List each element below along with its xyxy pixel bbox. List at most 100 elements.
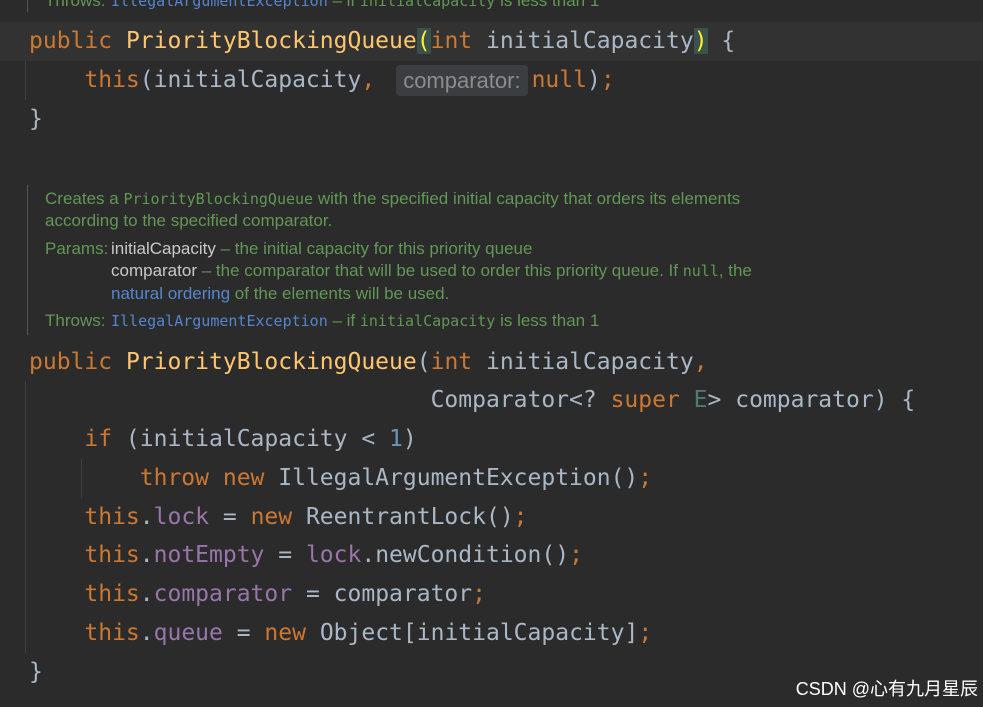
code-line-signature[interactable]: public PriorityBlockingQueue(int initial… — [0, 22, 983, 61]
watermark: CSDN @心有九月星辰 — [795, 679, 978, 699]
code-line-closing-brace[interactable]: } — [0, 100, 983, 139]
keyword-token: this — [84, 66, 140, 93]
keyword-token: null — [531, 66, 587, 93]
keyword-token: super — [610, 387, 680, 414]
code-line-delegate-call[interactable]: this(initialCapacity, comparator: null); — [0, 61, 983, 100]
keyword-token: this — [84, 581, 140, 607]
keyword-token: int — [430, 348, 473, 375]
keyword-token: int — [430, 28, 473, 54]
doc-throws-body: IllegalArgumentException – if initialCap… — [111, 310, 599, 333]
identifier-token: = comparator — [292, 581, 473, 607]
keyword-token: public — [29, 28, 126, 54]
field-token: comparator — [153, 581, 293, 607]
type-token: Comparator<? — [430, 387, 611, 414]
keyword-token: this — [84, 503, 140, 530]
doc-link-exception[interactable]: IllegalArgumentException — [111, 312, 328, 330]
keyword-token: if — [84, 426, 113, 452]
operator-token: = — [264, 542, 306, 569]
code-line-assign-lock[interactable]: this.lock = new ReentrantLock(); — [0, 498, 983, 537]
doc-throws-body: IllegalArgumentException – if initialCap… — [111, 0, 599, 13]
method-name-token: PriorityBlockingQueue — [125, 28, 417, 54]
keyword-token: throw — [139, 464, 210, 491]
punctuation-token: { — [707, 28, 736, 54]
identifier-token: ReentrantLock() — [292, 503, 514, 530]
identifier-token: IllegalArgumentException() — [264, 464, 639, 491]
doc-param-row: initialCapacity – the initial capacity f… — [111, 238, 752, 261]
code-line-if[interactable]: if (initialCapacity < 1) — [0, 420, 983, 459]
punctuation-token: ( — [416, 348, 431, 375]
punctuation-token: ) — [586, 66, 601, 93]
doc-param-row-continued: natural ordering of the elements will be… — [111, 283, 752, 306]
doc-description: Creates a PriorityBlockingQueue with the… — [45, 188, 752, 233]
method-name-token: PriorityBlockingQueue — [125, 348, 417, 375]
code-line-signature[interactable]: public PriorityBlockingQueue(int initial… — [0, 343, 983, 382]
punctuation-token: } — [29, 658, 43, 685]
doc-params-body: initialCapacity – the initial capacity f… — [111, 238, 752, 306]
type-parameter-token: E — [679, 387, 708, 414]
doc-text: – if — [327, 0, 360, 10]
matched-brace-close: ) — [693, 28, 708, 54]
doc-code-ref: initialCapacity — [359, 0, 496, 10]
field-token: lock — [305, 542, 362, 569]
doc-throws: Throws: IllegalArgumentException – if in… — [45, 310, 752, 333]
field-token: lock — [153, 503, 210, 530]
punctuation-token: . — [139, 542, 154, 569]
punctuation-token: } — [29, 105, 43, 132]
doc-text: is less than 1 — [495, 0, 600, 10]
keyword-token: this — [84, 542, 140, 569]
field-token: notEmpty — [153, 542, 265, 569]
doc-text: of the elements will be used. — [230, 283, 450, 303]
matched-brace-open: ( — [416, 28, 431, 54]
number-literal: 1 — [389, 426, 403, 452]
punctuation-token: ; — [472, 581, 486, 607]
doc-description-line: Creates a PriorityBlockingQueue with the… — [45, 188, 752, 211]
code-line-assign-queue[interactable]: this.queue = new Object[initialCapacity]… — [0, 614, 983, 653]
identifier-token: initialCapacity — [472, 348, 694, 375]
punctuation-token: ; — [638, 464, 653, 491]
identifier-token: .newCondition() — [361, 542, 570, 569]
doc-param-name: initialCapacity — [111, 238, 216, 258]
keyword-token: new — [264, 619, 306, 646]
doc-code-ref: PriorityBlockingQueue — [123, 189, 314, 208]
doc-text: , the — [718, 261, 752, 281]
doc-text: – the comparator that will be used to or… — [196, 261, 683, 281]
doc-description-line: according to the specified comparator. — [45, 211, 333, 231]
constructor-initial-capacity-comparator: public PriorityBlockingQueue(int initial… — [0, 343, 983, 692]
keyword-token: public — [29, 348, 126, 375]
rendered-javadoc-above: Throws: IllegalArgumentException – if in… — [27, 0, 599, 12]
doc-link-natural-ordering[interactable]: natural ordering — [111, 284, 230, 303]
punctuation-token: ; — [513, 503, 528, 530]
code-line-throw[interactable]: throw new IllegalArgumentException(); — [0, 459, 983, 498]
inlay-hint-comparator[interactable]: comparator: — [396, 64, 528, 96]
doc-throws-label: Throws: — [45, 311, 106, 331]
keyword-token: new — [209, 464, 265, 491]
identifier-token: > comparator) { — [707, 387, 916, 414]
code-line-assign-not-empty[interactable]: this.notEmpty = lock.newCondition(); — [0, 536, 983, 575]
constructor-initial-capacity: public PriorityBlockingQueue(int initial… — [0, 22, 983, 138]
identifier-token: Object[initialCapacity] — [305, 619, 639, 646]
punctuation-token: , — [693, 348, 708, 375]
code-editor[interactable]: Throws: IllegalArgumentException – if in… — [0, 0, 983, 707]
doc-text: Creates a — [45, 188, 124, 208]
identifier-token: initialCapacity — [472, 28, 694, 54]
doc-link-exception[interactable]: IllegalArgumentException — [111, 0, 328, 10]
doc-text: – if — [327, 311, 360, 331]
doc-throws: Throws: IllegalArgumentException – if in… — [45, 0, 599, 13]
doc-params-label: Params: — [45, 238, 109, 258]
code-line-assign-comparator[interactable]: this.comparator = comparator; — [0, 575, 983, 614]
doc-param-row: comparator – the comparator that will be… — [111, 260, 752, 283]
doc-code-ref: null — [682, 262, 719, 281]
punctuation-token: . — [139, 619, 154, 646]
punctuation-token: ; — [600, 66, 615, 93]
punctuation-token: ; — [569, 542, 583, 569]
keyword-token: new — [250, 503, 293, 530]
operator-token: = — [222, 619, 265, 646]
keyword-token: this — [84, 619, 140, 646]
punctuation-token: . — [139, 581, 154, 607]
doc-code-ref: initialCapacity — [359, 312, 496, 331]
punctuation-token: . — [139, 503, 154, 530]
punctuation-token: ; — [638, 619, 653, 646]
doc-text: with the specified initial capacity that… — [313, 188, 741, 208]
code-line-signature-continued[interactable]: Comparator<? super E> comparator) { — [0, 381, 983, 420]
doc-params: Params: initialCapacity – the initial ca… — [45, 238, 752, 306]
